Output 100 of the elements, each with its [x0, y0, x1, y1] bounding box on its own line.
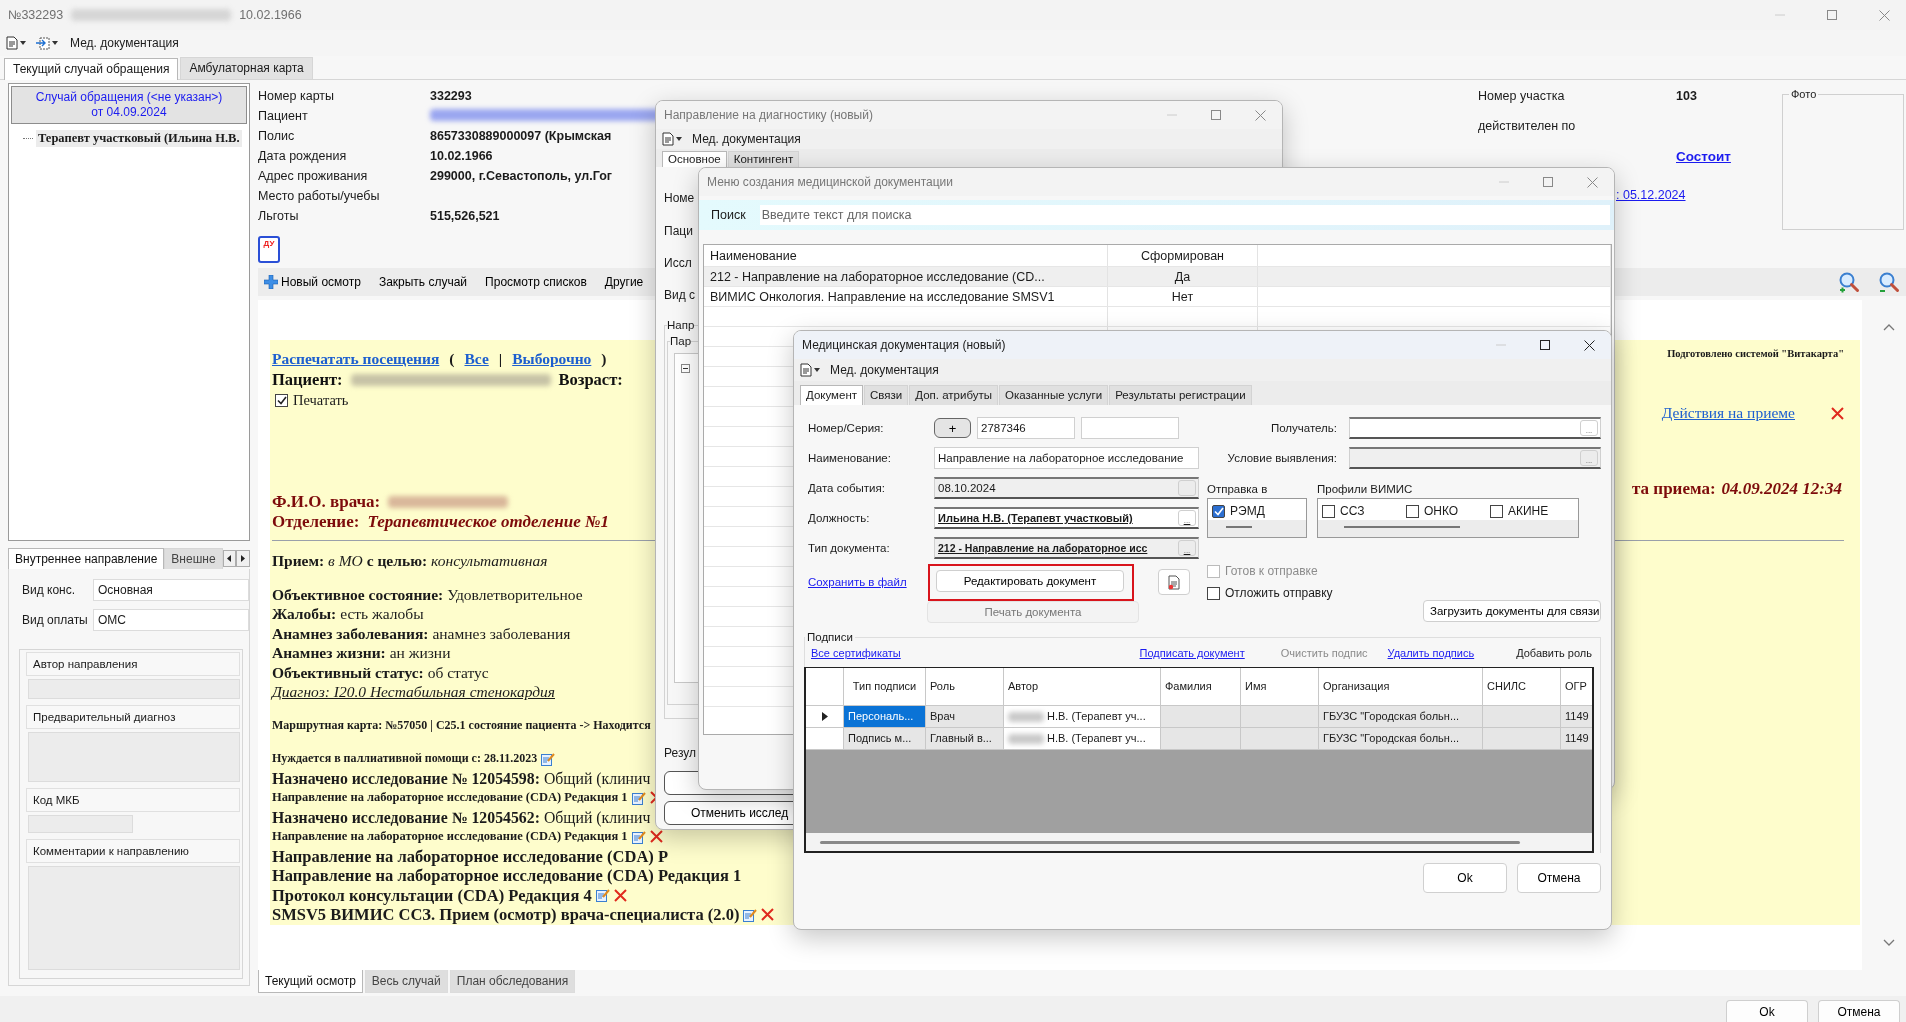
- record-line[interactable]: Диагноз: I20.0 Нестабильная стенокардия: [272, 682, 555, 702]
- checkbox[interactable]: [1406, 504, 1419, 518]
- browse-button[interactable]: ...: [1178, 510, 1196, 526]
- scrollbar[interactable]: [806, 833, 1592, 851]
- edit-document-button[interactable]: Редактировать документ: [936, 569, 1124, 592]
- checkbox[interactable]: [1490, 504, 1503, 518]
- table-row[interactable]: ВИМИС Онкология. Направление на исследование SMSV1 Нет: [704, 287, 1611, 307]
- column-header[interactable]: Тип подписи: [844, 668, 926, 706]
- link[interactable]: Удалить подпись: [1387, 647, 1475, 659]
- print-document-button[interactable]: Печать документа: [927, 601, 1139, 623]
- column-header[interactable]: СНИЛС: [1483, 668, 1561, 706]
- edit-icon[interactable]: [595, 888, 610, 903]
- print-link[interactable]: Распечатать посещения: [272, 350, 440, 368]
- position-field[interactable]: Ильина Н.В. (Терапевт участковый) ...: [934, 507, 1199, 529]
- column-header[interactable]: Сформирован: [1108, 245, 1258, 266]
- toolbar-button[interactable]: Закрыть случай: [378, 275, 468, 289]
- tab[interactable]: Внутреннее направление: [8, 548, 165, 569]
- text-field[interactable]: [28, 866, 240, 970]
- column-header[interactable]: Автор: [1004, 668, 1161, 706]
- row-header[interactable]: [806, 706, 844, 728]
- edit-icon[interactable]: [631, 829, 646, 844]
- edit-icon[interactable]: [743, 907, 758, 922]
- menu-item[interactable]: Мед. документация: [826, 363, 943, 377]
- text-field[interactable]: [28, 732, 240, 782]
- ok-button[interactable]: Ok: [1423, 863, 1507, 893]
- tab[interactable]: Текущий случай обращения: [4, 58, 179, 80]
- search-field[interactable]: Введите текст для поиска: [759, 205, 1610, 225]
- link[interactable]: Подписать документ: [1139, 647, 1245, 659]
- tab[interactable]: Оказанные услуги: [999, 385, 1109, 405]
- checkbox[interactable]: [1322, 504, 1335, 518]
- number-field[interactable]: 2787346: [977, 417, 1075, 439]
- text-field[interactable]: [28, 815, 133, 833]
- name-field[interactable]: Направление на лабораторное исследование: [934, 447, 1199, 469]
- toolbar-button[interactable]: Добавить роль: [1516, 647, 1592, 659]
- tab[interactable]: Основное: [662, 151, 727, 167]
- checkbox[interactable]: [275, 393, 288, 407]
- tab[interactable]: Документ: [800, 385, 863, 405]
- print-link[interactable]: Выборочно: [512, 350, 592, 368]
- tab[interactable]: Контингент: [727, 151, 800, 167]
- menu-item[interactable]: Мед. документация: [688, 132, 805, 146]
- browse-button[interactable]: ...: [1178, 540, 1196, 556]
- date-link[interactable]: : 05.12.2024: [1616, 188, 1686, 202]
- tab[interactable]: Весь случай: [364, 970, 448, 993]
- column-header[interactable]: Организация: [1319, 668, 1483, 706]
- scroll-right-button[interactable]: [236, 550, 250, 567]
- condition-field[interactable]: ...: [1349, 447, 1601, 469]
- visit-actions-link[interactable]: Действия на приеме: [1661, 404, 1795, 422]
- print-link[interactable]: Все: [464, 350, 489, 368]
- checkbox[interactable]: [1207, 586, 1220, 600]
- tab[interactable]: Доп. атрибуты: [909, 385, 998, 405]
- date-field[interactable]: 08.10.2024: [934, 477, 1199, 499]
- column-header[interactable]: Имя: [1241, 668, 1319, 706]
- browse-button[interactable]: ...: [1580, 450, 1598, 466]
- link[interactable]: Все сертификаты: [811, 647, 901, 659]
- column-header[interactable]: Фамилия: [1161, 668, 1241, 706]
- text-field[interactable]: ОМС: [93, 609, 249, 631]
- zoom-out-icon[interactable]: [1878, 271, 1900, 293]
- zoom-in-icon[interactable]: [1838, 271, 1860, 293]
- save-to-file-link[interactable]: Сохранить в файл: [804, 576, 922, 588]
- status-link[interactable]: Состоит: [1676, 148, 1731, 164]
- tab[interactable]: Связи: [864, 385, 909, 405]
- load-documents-button[interactable]: Загрузить документы для связи: [1423, 600, 1601, 622]
- column-header[interactable]: ОГР: [1561, 668, 1592, 706]
- document-menu-button[interactable]: [4, 35, 28, 51]
- column-header[interactable]: Наименование: [704, 245, 1108, 266]
- scroll-up-icon[interactable]: [1883, 324, 1895, 331]
- delete-icon[interactable]: [761, 908, 775, 922]
- cancel-button[interactable]: Отмена: [1818, 1000, 1900, 1022]
- ok-button[interactable]: Ok: [1726, 1000, 1808, 1022]
- toolbar-button[interactable]: Новый осмотр: [264, 275, 361, 289]
- tab[interactable]: План обследования: [449, 970, 576, 993]
- tab[interactable]: Результаты регистрации: [1109, 385, 1252, 405]
- collapse-icon[interactable]: [681, 364, 690, 373]
- scroll-down-icon[interactable]: [1883, 939, 1895, 946]
- case-header[interactable]: Случай обращения (<не указан>) от 04.09.2024: [11, 86, 247, 124]
- edit-icon[interactable]: [631, 790, 646, 805]
- document-menu-button[interactable]: [798, 362, 822, 378]
- cancel-button[interactable]: Отмена: [1517, 863, 1601, 893]
- toolbar-button[interactable]: Другие: [604, 275, 644, 289]
- tab[interactable]: Внешне: [164, 548, 223, 569]
- delete-icon[interactable]: [1831, 406, 1844, 420]
- edit-icon[interactable]: [541, 751, 556, 766]
- add-button[interactable]: +: [934, 418, 971, 438]
- menu-item[interactable]: Мед. документация: [66, 36, 183, 50]
- table-row[interactable]: 212 - Направление на лабораторное исследование (CD... Да: [704, 267, 1611, 287]
- text-field[interactable]: [28, 679, 240, 699]
- browse-button[interactable]: ...: [1580, 420, 1598, 436]
- import-menu-button[interactable]: [34, 35, 60, 51]
- document-menu-button[interactable]: [660, 131, 684, 147]
- text-field[interactable]: Основная: [93, 579, 249, 601]
- delete-icon[interactable]: [649, 830, 663, 844]
- delete-icon[interactable]: [613, 888, 627, 902]
- document-type-field[interactable]: 212 - Направление на лабораторное исс ...: [934, 537, 1199, 559]
- file-button[interactable]: [1158, 569, 1190, 595]
- tab[interactable]: Текущий осмотр: [258, 970, 363, 993]
- tree-item[interactable]: Терапевт участковый (Ильина Н.В.: [36, 130, 242, 147]
- series-field[interactable]: [1081, 417, 1179, 439]
- checkbox[interactable]: [1212, 504, 1225, 518]
- recipient-field[interactable]: ...: [1349, 417, 1601, 439]
- column-header[interactable]: Роль: [926, 668, 1004, 706]
